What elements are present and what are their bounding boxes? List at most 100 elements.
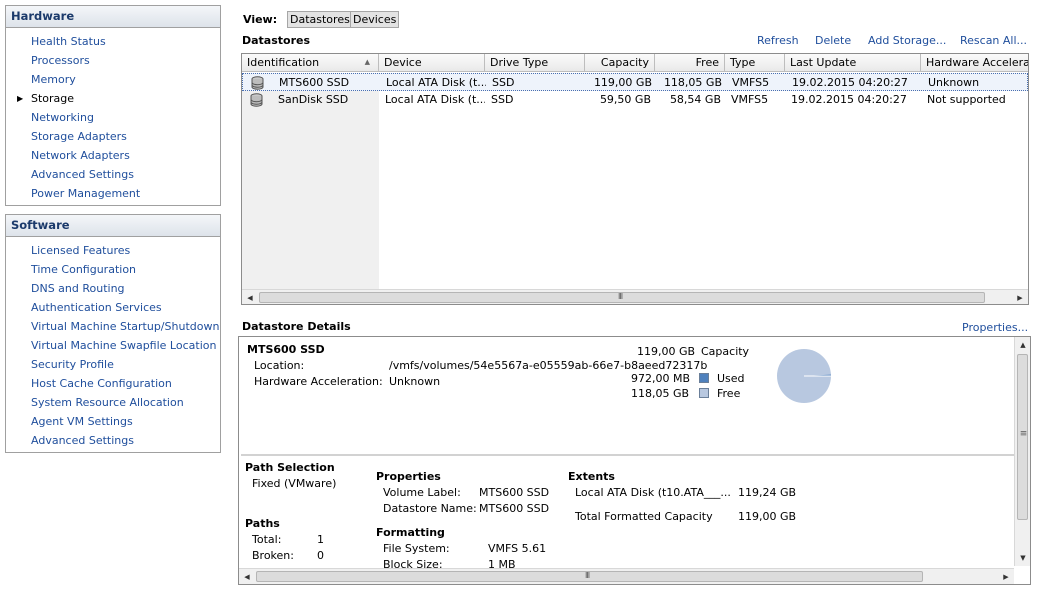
nav-item-network-adapters[interactable]: Network Adapters bbox=[6, 146, 220, 165]
table-cell: 119,00 GB bbox=[593, 76, 652, 89]
table-header: Identification ▲ Device Drive Type Capac… bbox=[242, 54, 1028, 72]
nav-item-host-cache-configuration[interactable]: Host Cache Configuration bbox=[6, 374, 220, 393]
datastore-name-label: Datastore Name: bbox=[383, 502, 477, 515]
nav-item-system-resource-allocation[interactable]: System Resource Allocation bbox=[6, 393, 220, 412]
nav-item-label: Security Profile bbox=[31, 358, 114, 371]
scroll-left-icon[interactable]: ◀ bbox=[242, 290, 258, 304]
details-vertical-scrollbar[interactable]: ▲ ≡ ▼ bbox=[1014, 337, 1030, 566]
scroll-up-icon[interactable]: ▲ bbox=[1015, 337, 1030, 353]
extent-name: Local ATA Disk (t10.ATA___... bbox=[575, 486, 731, 499]
nav-item-label: Virtual Machine Startup/Shutdown bbox=[31, 320, 220, 333]
nav-item-networking[interactable]: Networking bbox=[6, 108, 220, 127]
table-cell: Not supported bbox=[927, 93, 1006, 106]
scroll-down-icon[interactable]: ▼ bbox=[1015, 550, 1030, 566]
table-row[interactable]: MTS600 SSD Local ATA Disk (t... SSD 119,00 … bbox=[242, 73, 1028, 91]
nav-item-time-configuration[interactable]: Time Configuration bbox=[6, 260, 220, 279]
datastores-horizontal-scrollbar[interactable]: ◀ III ▶ bbox=[242, 289, 1028, 304]
file-system-value: VMFS 5.61 bbox=[488, 542, 547, 555]
devices-view-button[interactable]: Devices bbox=[350, 11, 400, 28]
total-formatted-capacity-label: Total Formatted Capacity bbox=[575, 510, 713, 523]
free-label: Free bbox=[717, 387, 741, 400]
table-cell: 58,54 GB bbox=[669, 93, 721, 106]
column-header-capacity[interactable]: Capacity bbox=[585, 54, 655, 72]
nav-item-virtual-machine-startup-shutdown[interactable]: Virtual Machine Startup/Shutdown bbox=[6, 317, 220, 336]
scroll-right-icon[interactable]: ▶ bbox=[1012, 290, 1028, 304]
nav-item-agent-vm-settings[interactable]: Agent VM Settings bbox=[6, 412, 220, 431]
nav-item-health-status[interactable]: Health Status bbox=[6, 32, 220, 51]
details-scroll-right-icon[interactable]: ▶ bbox=[998, 569, 1014, 584]
add-storage-link[interactable]: Add Storage... bbox=[868, 34, 946, 47]
datastores-view-button[interactable]: Datastores bbox=[287, 11, 353, 28]
capacity-value: 119,00 GB bbox=[637, 345, 696, 358]
nav-item-label: Storage Adapters bbox=[31, 130, 127, 143]
nav-item-label: Networking bbox=[31, 111, 94, 124]
column-header-type[interactable]: Type bbox=[725, 54, 785, 72]
nav-item-storage-adapters[interactable]: Storage Adapters bbox=[6, 127, 220, 146]
scroll-grip-icon: III bbox=[618, 292, 623, 301]
column-header-drive-type[interactable]: Drive Type bbox=[485, 54, 585, 72]
software-list: Licensed Features Time Configuration DNS a… bbox=[6, 237, 220, 453]
refresh-link[interactable]: Refresh bbox=[757, 34, 799, 47]
formatting-title: Formatting bbox=[376, 526, 445, 539]
total-formatted-capacity-value: 119,00 GB bbox=[738, 510, 797, 523]
file-system-label: File System: bbox=[383, 542, 450, 555]
nav-item-security-profile[interactable]: Security Profile bbox=[6, 355, 220, 374]
nav-item-label: Network Adapters bbox=[31, 149, 130, 162]
datastore-icon bbox=[251, 76, 264, 90]
nav-item-memory[interactable]: Memory bbox=[6, 70, 220, 89]
hardware-panel: Hardware Health Status Processors Memory ▶ S… bbox=[5, 5, 221, 206]
details-scroll-grip-icon: III bbox=[585, 571, 590, 580]
table-cell: VMFS5 bbox=[731, 93, 769, 106]
nav-item-label: System Resource Allocation bbox=[31, 396, 184, 409]
datastore-name: MTS600 SSD bbox=[247, 343, 325, 356]
nav-item-dns-and-routing[interactable]: DNS and Routing bbox=[6, 279, 220, 298]
paths-total-label: Total: bbox=[252, 533, 282, 546]
nav-item-advanced-settings[interactable]: Advanced Settings bbox=[6, 165, 220, 184]
location-value: /vmfs/volumes/54e5567a-e05559ab-66e7-b8a… bbox=[389, 359, 708, 372]
column-header-last-update[interactable]: Last Update bbox=[785, 54, 921, 72]
software-panel: Software Licensed Features Time Configura… bbox=[5, 214, 221, 453]
nav-item-processors[interactable]: Processors bbox=[6, 51, 220, 70]
nav-item-advanced-settings[interactable]: Advanced Settings bbox=[6, 431, 220, 450]
column-header-free[interactable]: Free bbox=[655, 54, 725, 72]
nav-item-storage[interactable]: ▶ Storage bbox=[6, 89, 220, 108]
used-legend-icon bbox=[699, 373, 709, 383]
table-row[interactable]: SanDisk SSD Local ATA Disk (t... SSD 59,50 … bbox=[242, 91, 1028, 109]
table-cell: 19.02.2015 04:20:27 bbox=[792, 76, 908, 89]
details-scroll-left-icon[interactable]: ◀ bbox=[239, 569, 255, 584]
extent-size: 119,24 GB bbox=[738, 486, 797, 499]
nav-item-virtual-machine-swapfile-location[interactable]: Virtual Machine Swapfile Location bbox=[6, 336, 220, 355]
paths-title: Paths bbox=[245, 517, 280, 530]
nav-item-label: Licensed Features bbox=[31, 244, 131, 257]
table-cell: SSD bbox=[492, 76, 515, 89]
extents-title: Extents bbox=[568, 470, 615, 483]
properties-link[interactable]: Properties... bbox=[962, 321, 1028, 334]
datastore-name-value: MTS600 SSD bbox=[479, 502, 550, 515]
table-cell: 19.02.2015 04:20:27 bbox=[791, 93, 907, 106]
column-label: Identification bbox=[247, 56, 320, 69]
delete-link[interactable]: Delete bbox=[815, 34, 851, 47]
details-horizontal-scrollbar[interactable]: ◀ III ▶ bbox=[239, 568, 1014, 584]
nav-item-licensed-features[interactable]: Licensed Features bbox=[6, 241, 220, 260]
table-cell: MTS600 SSD bbox=[279, 76, 350, 89]
column-header-device[interactable]: Device bbox=[379, 54, 485, 72]
scroll-thumb[interactable]: III bbox=[259, 292, 985, 303]
table-cell: Unknown bbox=[928, 76, 980, 89]
nav-item-label: Agent VM Settings bbox=[31, 415, 133, 428]
column-header-identification[interactable]: Identification ▲ bbox=[242, 54, 379, 72]
nav-item-power-management[interactable]: Power Management bbox=[6, 184, 220, 203]
column-header-hardware-acceleration[interactable]: Hardware Accelerat bbox=[921, 54, 1028, 72]
details-scroll-thumb[interactable]: III bbox=[256, 571, 923, 582]
nav-item-label: DNS and Routing bbox=[31, 282, 125, 295]
table-cell: SanDisk SSD bbox=[278, 93, 349, 106]
vertical-scroll-thumb[interactable]: ≡ bbox=[1017, 354, 1028, 520]
nav-item-label: Health Status bbox=[31, 35, 106, 48]
used-value: 972,00 MB bbox=[631, 372, 691, 385]
datastore-details-panel: MTS600 SSD Location: /vmfs/volumes/54e55… bbox=[238, 336, 1031, 585]
paths-broken-value: 0 bbox=[317, 549, 324, 562]
nav-item-authentication-services[interactable]: Authentication Services bbox=[6, 298, 220, 317]
details-divider bbox=[241, 454, 1014, 456]
nav-item-label: Advanced Settings bbox=[31, 434, 134, 447]
datastores-title: Datastores bbox=[242, 34, 311, 47]
rescan-all-link[interactable]: Rescan All... bbox=[960, 34, 1027, 47]
